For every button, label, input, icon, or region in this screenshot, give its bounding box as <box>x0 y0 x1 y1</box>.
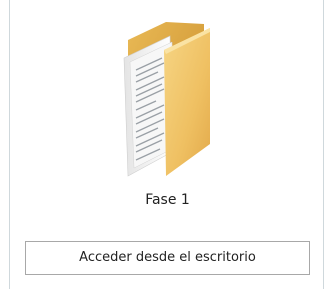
folder-label: Fase 1 <box>145 192 190 208</box>
access-desktop-button[interactable]: Acceder desde el escritorio <box>25 241 310 275</box>
folder-card: Fase 1 Acceder desde el escritorio <box>9 0 324 289</box>
folder-tile[interactable]: Fase 1 <box>10 8 325 208</box>
folder-documents-icon <box>123 22 210 177</box>
